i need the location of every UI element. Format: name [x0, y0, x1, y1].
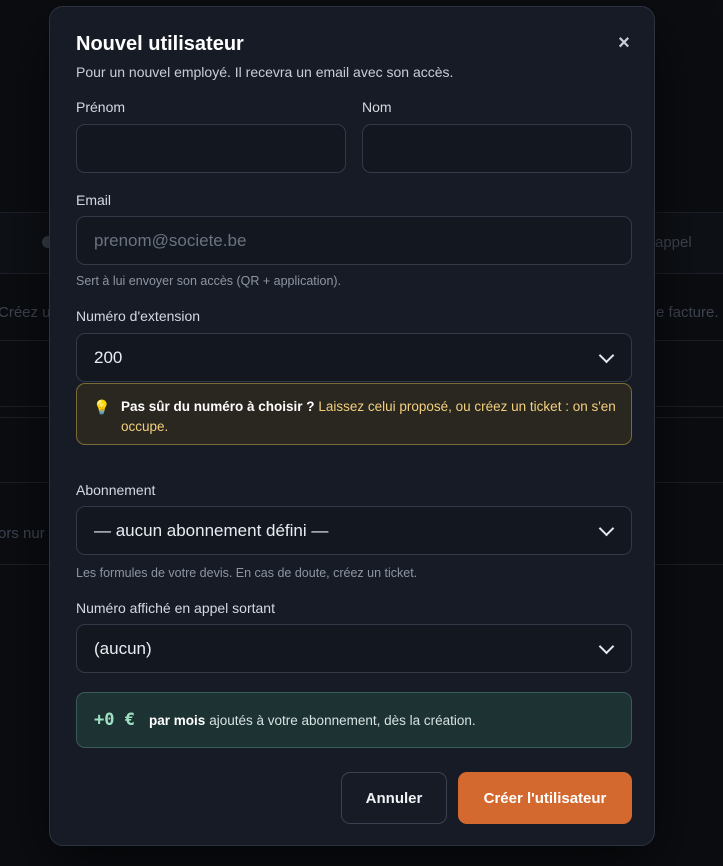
firstname-label: Prénom [76, 99, 126, 115]
extension-tip: 💡 Pas sûr du numéro à choisir ? Laissez … [76, 383, 632, 445]
firstname-field[interactable] [76, 124, 346, 173]
email-hint: Sert à lui envoyer son accès (QR + appli… [76, 274, 342, 288]
caller-id-label: Numéro affiché en appel sortant [76, 600, 275, 616]
extension-label: Numéro d'extension [76, 308, 201, 324]
caller-id-select[interactable]: (aucun) [76, 624, 632, 673]
lightbulb-icon: 💡 [93, 399, 111, 415]
dialog-title: Nouvel utilisateur [76, 33, 244, 55]
price-period: par mois [148, 712, 206, 728]
tip-bold-text: Pas sûr du numéro à choisir ? [121, 399, 315, 414]
chevron-down-icon [598, 347, 615, 363]
dialog-subtitle: Pour un nouvel employé. Il recevra un em… [76, 64, 454, 80]
subscription-label: Abonnement [76, 482, 156, 498]
lastname-field[interactable] [362, 124, 632, 173]
create-user-button[interactable]: Créer l'utilisateur [458, 772, 632, 824]
email-field[interactable] [76, 216, 632, 265]
new-user-dialog: Nouvel utilisateur Pour un nouvel employ… [49, 6, 655, 846]
extension-select-value: 200 [94, 347, 123, 367]
extension-select[interactable]: 200 [76, 333, 632, 382]
subscription-hint: Les formules de votre devis. En cas de d… [76, 566, 418, 580]
close-icon[interactable]: × [610, 29, 638, 57]
price-amount: +0 € [94, 710, 135, 730]
subscription-select[interactable]: — aucun abonnement défini — [76, 506, 632, 555]
email-label: Email [76, 192, 112, 208]
background-text: e facture. [656, 304, 719, 321]
chevron-down-icon [598, 520, 615, 536]
background-text: Créez u [0, 304, 51, 321]
background-header-text: appel [655, 234, 692, 251]
chevron-down-icon [598, 638, 615, 654]
subscription-select-value: — aucun abonnement défini — [94, 520, 329, 540]
caller-id-select-value: (aucun) [94, 638, 152, 658]
price-summary: +0 € par mois ajoutés à votre abonnement… [76, 692, 632, 748]
background-text: ors nur [0, 525, 45, 542]
cancel-button[interactable]: Annuler [341, 772, 447, 824]
price-text: ajoutés à votre abonnement, dès la créat… [209, 712, 476, 728]
lastname-label: Nom [362, 99, 392, 115]
